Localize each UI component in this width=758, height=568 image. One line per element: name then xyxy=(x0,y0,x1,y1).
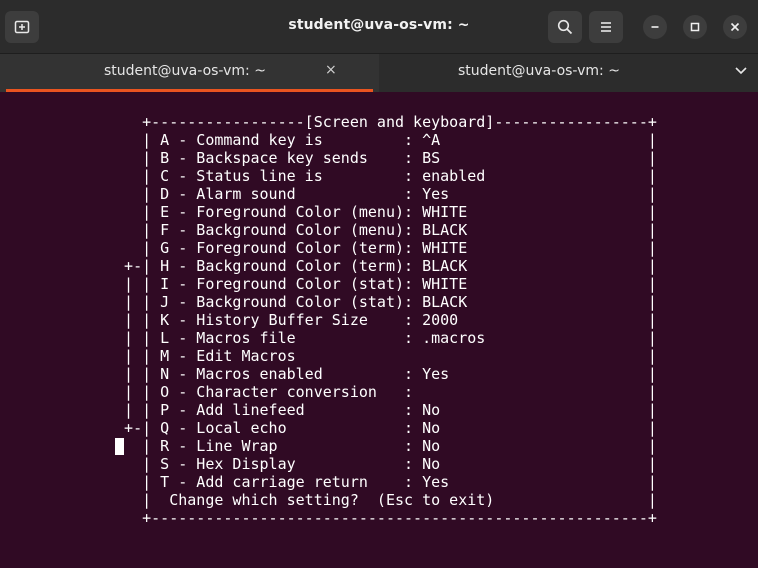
terminal-line: | | J - Background Color (stat): BLACK | xyxy=(106,293,657,311)
maximize-icon xyxy=(690,22,700,32)
terminal-line: | | K - History Buffer Size : 2000 | xyxy=(106,311,657,329)
chevron-down-icon xyxy=(735,67,747,75)
close-icon xyxy=(730,22,740,32)
terminal-line: | E - Foreground Color (menu): WHITE | xyxy=(106,203,657,221)
tab-label: student@uva-os-vm: ~ xyxy=(458,63,620,79)
menu-button[interactable] xyxy=(589,11,623,43)
terminal-line: | | N - Macros enabled : Yes | xyxy=(106,365,657,383)
search-button[interactable] xyxy=(548,11,582,43)
terminal-line: +-| H - Background Color (term): BLACK | xyxy=(106,257,657,275)
terminal-line: | S - Hex Display : No | xyxy=(106,455,657,473)
terminal-line: | C - Status line is : enabled | xyxy=(106,167,657,185)
terminal-line: | | P - Add linefeed : No | xyxy=(106,401,657,419)
terminal-line: | | I - Foreground Color (stat): WHITE | xyxy=(106,275,657,293)
terminal-line: +-----------------[Screen and keyboard]-… xyxy=(106,113,657,131)
terminal-line: | F - Background Color (menu): BLACK | xyxy=(106,221,657,239)
terminal-line: +-| Q - Local echo : No | xyxy=(106,419,657,437)
terminal-line: | | L - Macros file : .macros | xyxy=(106,329,657,347)
terminal-line: | T - Add carriage return : Yes | xyxy=(106,473,657,491)
tab-close-icon[interactable]: × xyxy=(325,62,337,78)
title-bar: student@uva-os-vm: ~ xyxy=(0,0,758,54)
tab-label: student@uva-os-vm: ~ xyxy=(104,63,266,79)
terminal-line: | A - Command key is : ^A | xyxy=(106,131,657,149)
maximize-button[interactable] xyxy=(683,15,707,39)
terminal-line: | | M - Edit Macros | xyxy=(106,347,657,365)
terminal-cursor xyxy=(115,438,124,455)
terminal-area[interactable]: +-----------------[Screen and keyboard]-… xyxy=(0,92,758,568)
hamburger-menu-icon xyxy=(601,22,611,32)
terminal-line: +---------------------------------------… xyxy=(106,509,657,527)
minimize-icon xyxy=(651,26,659,28)
minimize-button[interactable] xyxy=(643,15,667,39)
tab-1[interactable]: student@uva-os-vm: ~ × xyxy=(0,54,379,92)
terminal-line: | G - Foreground Color (term): WHITE | xyxy=(106,239,657,257)
tab-bar: student@uva-os-vm: ~ × student@uva-os-vm… xyxy=(0,54,758,92)
tabs-dropdown-button[interactable] xyxy=(734,62,748,81)
close-button[interactable] xyxy=(723,15,747,39)
search-icon xyxy=(557,19,573,35)
terminal-line: | R - Line Wrap : No | xyxy=(106,437,657,455)
terminal-line: | B - Backspace key sends : BS | xyxy=(106,149,657,167)
terminal-line: | Change which setting? (Esc to exit) | xyxy=(106,491,657,509)
terminal-line: | D - Alarm sound : Yes | xyxy=(106,185,657,203)
tab-2[interactable]: student@uva-os-vm: ~ xyxy=(379,54,714,92)
terminal-line: | | O - Character conversion : | xyxy=(106,383,657,401)
